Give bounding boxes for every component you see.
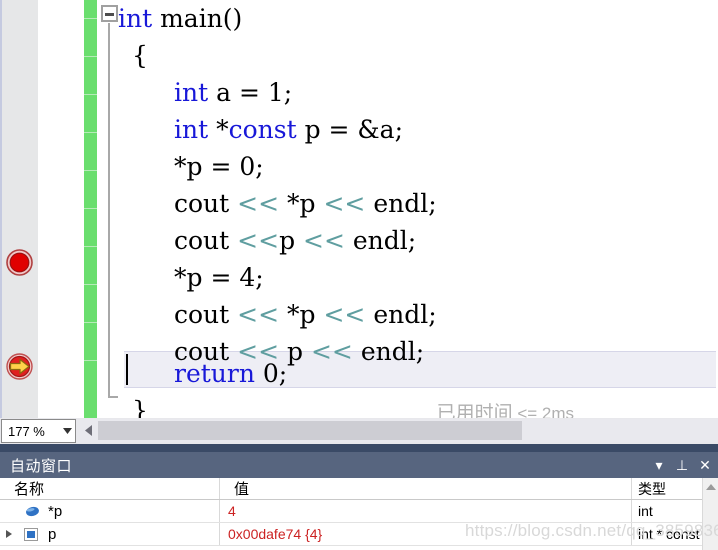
elapsed-time-value: <= 2ms bbox=[517, 404, 575, 418]
code-token: return bbox=[174, 359, 255, 388]
code-token: << bbox=[303, 226, 345, 255]
text-caret bbox=[126, 354, 128, 385]
code-token: << bbox=[237, 300, 280, 329]
code-token: << bbox=[323, 300, 366, 329]
variable-value: 4 bbox=[228, 503, 236, 519]
visual-studio-debug-window: int main(){int a = 1; int *const p = &a; *… bbox=[0, 0, 718, 550]
autos-window-titlebar[interactable]: 自动窗口 ▾ ⊥ ✕ bbox=[0, 452, 718, 478]
code-token: << bbox=[310, 337, 353, 366]
code-token: endl; bbox=[365, 189, 437, 218]
code-token: *p bbox=[279, 300, 324, 329]
row-type-cell: int bbox=[632, 500, 702, 522]
code-token: endl; bbox=[365, 300, 437, 329]
breakpoint-gutter[interactable] bbox=[0, 0, 39, 418]
code-line[interactable]: cout << *p << endl; bbox=[174, 185, 437, 222]
current-statement-arrow-icon[interactable] bbox=[6, 353, 33, 380]
code-line[interactable]: int *const p = &a; bbox=[174, 111, 403, 148]
code-line[interactable]: { bbox=[132, 37, 148, 74]
code-token: << bbox=[323, 189, 366, 218]
autos-window-title: 自动窗口 bbox=[10, 457, 73, 475]
row-value-cell[interactable]: 4 bbox=[220, 500, 632, 522]
column-header-value[interactable]: 值 bbox=[220, 478, 632, 499]
autos-window: 自动窗口 ▾ ⊥ ✕ 名称 值 类型 *p 4 int p 0x00dafe74… bbox=[0, 452, 718, 550]
code-token: *p = 0; bbox=[174, 152, 264, 181]
outlining-bracket-line bbox=[108, 23, 118, 398]
code-token: p = &a; bbox=[296, 115, 403, 144]
code-line[interactable]: int a = 1; bbox=[174, 74, 292, 111]
code-token: << bbox=[237, 189, 280, 218]
code-token: 0; bbox=[254, 359, 288, 388]
code-token: int bbox=[174, 115, 217, 144]
table-row[interactable]: *p 4 int bbox=[0, 500, 718, 523]
minus-icon[interactable] bbox=[101, 5, 118, 22]
pin-icon[interactable]: ⊥ bbox=[675, 458, 689, 472]
code-token: int bbox=[174, 78, 217, 107]
row-name-cell[interactable]: p bbox=[0, 523, 220, 545]
code-editor[interactable]: int main(){int a = 1; int *const p = &a; *… bbox=[0, 0, 718, 418]
code-token: const bbox=[228, 115, 297, 144]
elapsed-time-annotation: 已用时间 <= 2ms bbox=[373, 355, 574, 418]
code-line[interactable]: return 0; bbox=[174, 355, 287, 392]
code-token: int bbox=[118, 4, 161, 33]
dropdown-icon[interactable]: ▾ bbox=[652, 458, 666, 472]
elapsed-time-label: 已用时间 bbox=[436, 403, 513, 418]
code-line[interactable]: int main() bbox=[118, 0, 242, 37]
code-token: p bbox=[279, 226, 304, 255]
code-text-surface[interactable]: int main(){int a = 1; int *const p = &a; *… bbox=[118, 0, 718, 418]
column-header-name[interactable]: 名称 bbox=[0, 478, 220, 499]
code-token: cout bbox=[174, 300, 238, 329]
editor-status-bar: 177 % bbox=[0, 418, 718, 444]
code-token: } bbox=[132, 396, 148, 418]
code-token: endl; bbox=[344, 226, 417, 255]
zoom-level-combobox[interactable]: 177 % bbox=[1, 419, 76, 443]
code-line[interactable]: cout <<p << endl; bbox=[174, 222, 416, 259]
close-icon[interactable]: ✕ bbox=[698, 458, 712, 472]
zoom-level-value: 177 % bbox=[8, 423, 45, 439]
autos-vertical-scrollbar[interactable] bbox=[702, 478, 718, 550]
table-row[interactable]: p 0x00dafe74 {4} int * const bbox=[0, 523, 718, 546]
autos-grid[interactable]: 名称 值 类型 *p 4 int p 0x00dafe74 {4} int * … bbox=[0, 478, 718, 550]
code-token: << bbox=[237, 226, 280, 255]
editor-horizontal-scrollbar[interactable] bbox=[80, 419, 718, 442]
chevron-down-icon[interactable] bbox=[59, 428, 75, 434]
panel-splitter[interactable] bbox=[0, 444, 718, 452]
code-token: *p = 4; bbox=[174, 263, 264, 292]
row-type-cell: int * const bbox=[632, 523, 702, 545]
code-line[interactable]: *p = 4; bbox=[174, 259, 264, 296]
row-value-cell[interactable]: 0x00dafe74 {4} bbox=[220, 523, 632, 545]
gutter-spacer bbox=[38, 0, 84, 418]
field-oval-icon bbox=[25, 505, 40, 518]
code-token: * bbox=[216, 115, 229, 144]
variable-type: int bbox=[638, 503, 653, 519]
code-token: cout bbox=[174, 189, 238, 218]
code-token: main() bbox=[160, 4, 243, 33]
autos-grid-header: 名称 值 类型 bbox=[0, 478, 718, 500]
variable-name: *p bbox=[48, 502, 63, 520]
row-name-cell[interactable]: *p bbox=[0, 500, 220, 522]
pointer-square-icon bbox=[24, 528, 38, 541]
column-header-type[interactable]: 类型 bbox=[632, 478, 702, 499]
breakpoint-red-circle-icon[interactable] bbox=[6, 249, 33, 276]
code-token: *p bbox=[279, 189, 324, 218]
scroll-up-arrow-icon[interactable] bbox=[706, 484, 716, 490]
variable-value: 0x00dafe74 {4} bbox=[228, 526, 323, 542]
code-line[interactable]: } bbox=[132, 392, 148, 418]
code-line[interactable]: *p = 0; bbox=[174, 148, 264, 185]
variable-type: int * const bbox=[638, 526, 700, 542]
variable-name: p bbox=[48, 525, 57, 543]
change-indicator-bar bbox=[84, 0, 97, 418]
expand-triangle-icon[interactable] bbox=[6, 530, 12, 538]
window-tool-buttons: ▾ ⊥ ✕ bbox=[652, 452, 712, 478]
code-token: a = 1; bbox=[216, 78, 293, 107]
horizontal-scroll-thumb[interactable] bbox=[98, 421, 522, 440]
scroll-left-arrow-icon[interactable] bbox=[80, 419, 96, 442]
code-token: { bbox=[132, 41, 148, 70]
code-token: cout bbox=[174, 226, 238, 255]
code-line[interactable]: cout << *p << endl; bbox=[174, 296, 437, 333]
